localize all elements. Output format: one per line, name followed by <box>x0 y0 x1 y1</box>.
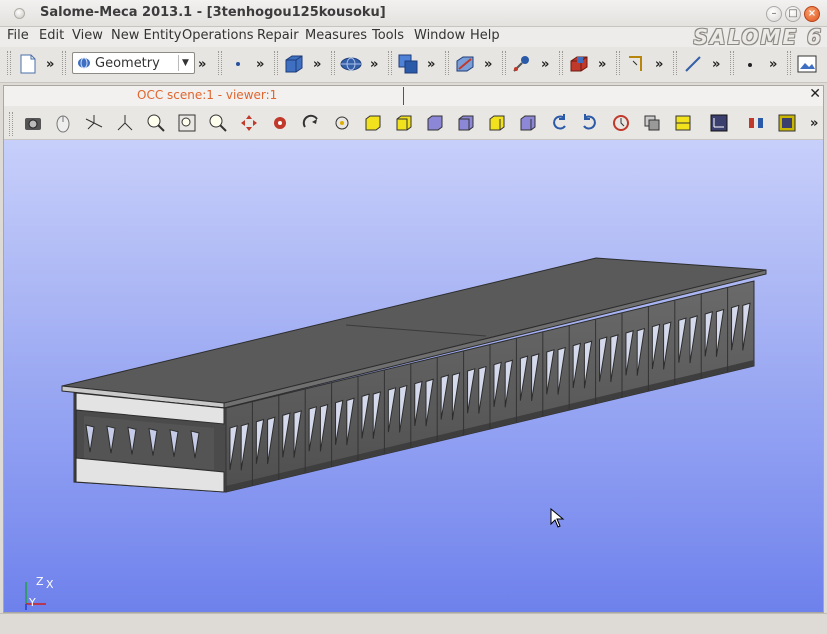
occ-3d-scene[interactable]: Z X Y <box>4 140 823 612</box>
module-select[interactable]: Geometry ▼ <box>72 52 195 74</box>
point-icon[interactable] <box>226 52 250 76</box>
toolbar-more-5[interactable]: » <box>370 57 378 72</box>
view-back-icon[interactable] <box>392 111 416 135</box>
rotate-clockwise-icon[interactable] <box>578 111 602 135</box>
menu-window[interactable]: Window <box>414 28 465 43</box>
view-left-icon[interactable] <box>485 111 509 135</box>
mouse-interaction-icon[interactable] <box>51 111 75 135</box>
zoom-icon[interactable] <box>206 111 230 135</box>
view-top-icon[interactable] <box>423 111 447 135</box>
transform-icon[interactable] <box>453 52 477 76</box>
chevron-down-icon: ▼ <box>178 55 192 71</box>
reset-view-icon[interactable] <box>609 111 633 135</box>
measure-icon[interactable] <box>624 52 648 76</box>
module-select-value: Geometry <box>95 56 160 71</box>
scaling-icon[interactable] <box>744 111 768 135</box>
dump-view-icon[interactable] <box>21 111 45 135</box>
viewer-tab-bar <box>4 86 823 106</box>
view-bottom-icon[interactable] <box>454 111 478 135</box>
toolbar-more-4[interactable]: » <box>313 57 321 72</box>
salome-window: Salome-Meca 2013.1 - [3tenhogou125kousok… <box>0 0 827 634</box>
toolbar-grip[interactable] <box>673 51 677 75</box>
bridge-model <box>61 257 767 493</box>
environment-texture-icon[interactable] <box>775 111 799 135</box>
axis-z-label: Z <box>36 575 44 588</box>
menu-measures[interactable]: Measures <box>305 28 367 43</box>
axis-x-label: X <box>46 578 54 591</box>
minimize-button[interactable]: – <box>766 6 782 22</box>
axis-y-label: Y <box>29 596 36 609</box>
graduated-axes-icon[interactable] <box>707 111 731 135</box>
vertex-icon[interactable] <box>738 52 762 76</box>
viewer-close-button[interactable]: ✕ <box>809 86 821 102</box>
toolbar-more-11[interactable]: » <box>712 57 720 72</box>
toolbar-grip[interactable] <box>274 51 278 75</box>
box-primitive-icon[interactable] <box>282 52 306 76</box>
menu-repair[interactable]: Repair <box>257 28 299 43</box>
window-title: Salome-Meca 2013.1 - [3tenhogou125kousok… <box>40 5 386 20</box>
fit-area-icon[interactable] <box>144 111 168 135</box>
toolbar-grip[interactable] <box>559 51 563 75</box>
geometry-module-icon <box>78 57 90 69</box>
toolbar-more-3[interactable]: » <box>256 57 264 72</box>
toolbar-grip[interactable] <box>388 51 392 75</box>
viewer-tab[interactable]: OCC scene:1 - viewer:1 <box>137 88 277 102</box>
menu-operations[interactable]: Operations <box>182 28 253 43</box>
toolbar-grip[interactable] <box>331 51 335 75</box>
show-trihedron-icon[interactable] <box>82 111 106 135</box>
rotate-counterclockwise-icon[interactable] <box>547 111 571 135</box>
toolbar-more-8[interactable]: » <box>541 57 549 72</box>
toolbar-more-12[interactable]: » <box>769 57 777 72</box>
new-document-icon[interactable] <box>16 52 40 76</box>
line-icon[interactable] <box>681 52 705 76</box>
tab-separator <box>403 87 404 105</box>
toolbar-grip[interactable] <box>445 51 449 75</box>
menu-new-entity[interactable]: New Entity <box>111 28 181 43</box>
title-bar: Salome-Meca 2013.1 - [3tenhogou125kousok… <box>0 0 827 27</box>
rotation-point-icon[interactable] <box>330 111 354 135</box>
menu-help[interactable]: Help <box>470 28 500 43</box>
toolbar-grip[interactable] <box>502 51 506 75</box>
toolbar-more-10[interactable]: » <box>655 57 663 72</box>
toolbar-grip[interactable] <box>9 112 13 136</box>
viewer-toolbar: » <box>4 106 823 140</box>
picture-icon[interactable] <box>795 52 819 76</box>
view-right-icon[interactable] <box>516 111 540 135</box>
toolbar-grip[interactable] <box>730 51 734 75</box>
menu-file[interactable]: File <box>7 28 29 43</box>
menu-edit[interactable]: Edit <box>39 28 64 43</box>
viewer-toolbar-more[interactable]: » <box>810 116 818 131</box>
close-button[interactable]: × <box>804 6 820 22</box>
menu-view[interactable]: View <box>72 28 103 43</box>
partition-icon[interactable] <box>567 52 591 76</box>
boolean-icon[interactable] <box>396 52 420 76</box>
toolbar-grip[interactable] <box>218 51 222 75</box>
toolbar-more-9[interactable]: » <box>598 57 606 72</box>
status-bar <box>0 613 827 634</box>
clipping-icon[interactable] <box>671 111 695 135</box>
toolbar-more-6[interactable]: » <box>427 57 435 72</box>
view-front-icon[interactable] <box>361 111 385 135</box>
global-pan-icon[interactable] <box>268 111 292 135</box>
toolbar-grip[interactable] <box>62 51 66 75</box>
mouse-cursor-icon <box>550 508 565 528</box>
fit-all-icon[interactable] <box>113 111 137 135</box>
shape-build-icon[interactable] <box>510 52 534 76</box>
rotate-icon[interactable] <box>299 111 323 135</box>
toolbar-grip[interactable] <box>616 51 620 75</box>
toolbar-grip[interactable] <box>787 51 791 75</box>
toolbar-grip[interactable] <box>7 51 11 75</box>
toolbar-more-7[interactable]: » <box>484 57 492 72</box>
window-menu-icon[interactable] <box>14 8 25 19</box>
toolbar-more-1[interactable]: » <box>46 57 54 72</box>
toolbar-more-2[interactable]: » <box>198 57 206 72</box>
sphere-icon[interactable] <box>339 52 363 76</box>
clone-view-icon[interactable] <box>640 111 664 135</box>
pan-icon[interactable] <box>237 111 261 135</box>
menu-tools[interactable]: Tools <box>372 28 404 43</box>
salome-logo: SALOME 6 <box>693 25 823 49</box>
zoom-window-icon[interactable] <box>175 111 199 135</box>
maximize-button[interactable]: □ <box>785 6 801 22</box>
